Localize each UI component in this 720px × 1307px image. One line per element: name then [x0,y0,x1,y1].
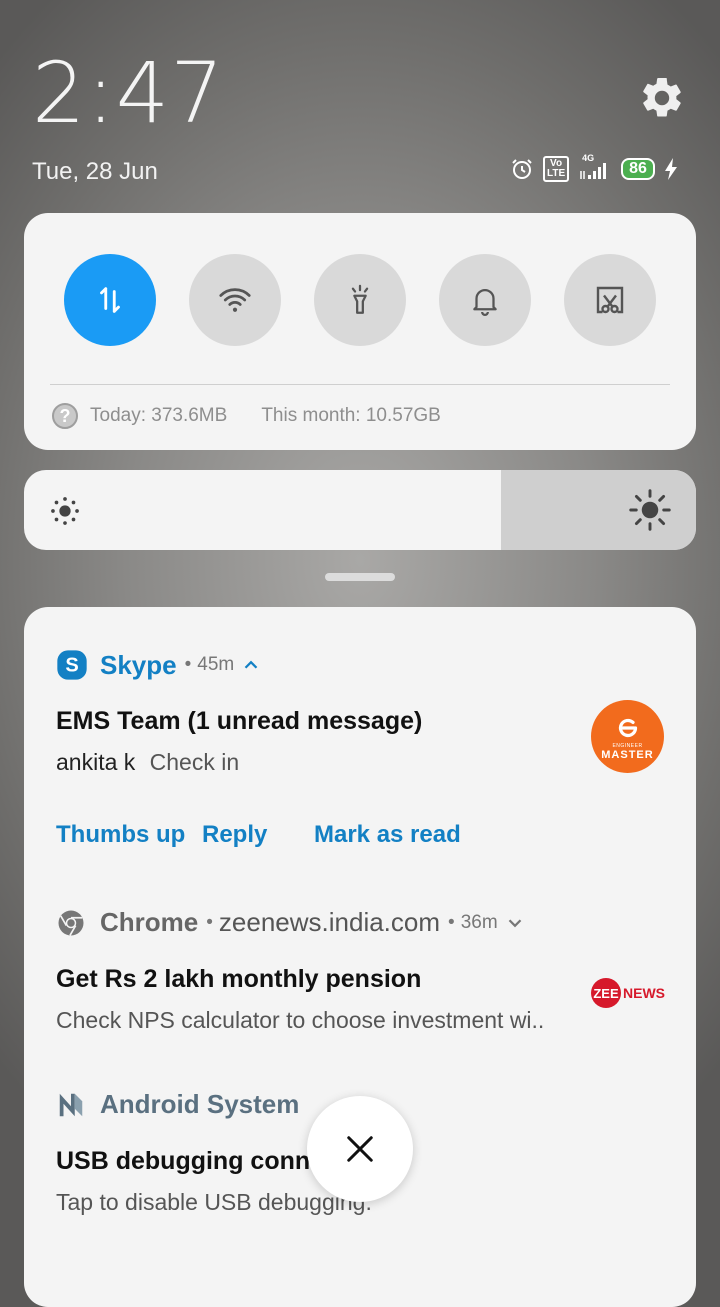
usage-month: This month: 10.57GB [261,405,441,426]
wifi-icon [219,288,251,312]
mobile-data-toggle[interactable] [64,254,156,346]
mark-as-read-button[interactable]: Mark as read [314,821,461,849]
ems-e-logo-icon [618,718,637,737]
reply-button[interactable]: Reply [202,821,267,849]
skype-notification-title: EMS Team (1 unread message) [56,707,423,735]
flashlight-icon [351,284,369,314]
ems-logo-text-bottom: MASTER [601,748,654,761]
alarm-icon [512,159,532,179]
usage-today: Today: 373.6MB [90,405,228,426]
skype-notification-header[interactable]: S Skype • 45m [56,649,262,681]
screenshot-toggle[interactable] [564,254,656,346]
clock-time: 2:47 [32,44,225,142]
scissors-screen-icon [596,286,624,314]
quick-settings-panel: ? Today: 373.6MB This month: 10.57GB [24,213,696,450]
data-arrows-icon [100,287,120,313]
signal-icon: 4G [578,153,612,181]
ems-team-avatar: ENGINEER MASTER [591,700,664,773]
chevron-up-icon[interactable] [240,654,262,676]
brightness-high-icon [629,489,671,531]
bell-icon [473,289,497,316]
close-icon [347,1136,373,1162]
help-circle-icon: ? [52,403,78,429]
zee-logo-mark: ZEE [591,978,621,1008]
volte-icon: Vo LTE [543,156,570,182]
settings-gear-icon[interactable] [638,74,686,122]
skype-sender: ankita k [56,749,136,775]
wifi-toggle[interactable] [189,254,281,346]
skype-message: Check in [149,749,240,775]
chrome-notification-title: Get Rs 2 lakh monthly pension [56,965,422,993]
chrome-icon [58,910,84,936]
battery-indicator: 86 [621,158,655,180]
qs-divider [50,384,670,385]
zee-logo-text: NEWS [623,985,665,1001]
thumbs-up-button[interactable]: Thumbs up [56,821,185,849]
date-text: Tue, 28 Jun [32,158,158,185]
svg-text:S: S [65,655,78,677]
android-app-name: Android System [100,1089,300,1119]
skype-app-name: Skype [100,649,177,680]
android-notification-title: USB debugging conn [56,1147,311,1175]
chrome-notification-header[interactable]: Chrome • zeenews.india.com • 36m [56,907,526,938]
brightness-slider[interactable] [24,470,696,550]
zee-news-logo: ZEE NEWS [591,978,665,1008]
chrome-app-name: Chrome [100,907,199,937]
skype-icon: S [57,650,87,680]
skype-time: 45m [197,654,235,675]
notification-panel: S Skype • 45m EMS Team (1 unread message… [24,607,696,1307]
status-icons: Vo LTE 4G 86 [510,153,678,182]
shade-drag-handle[interactable] [325,573,395,581]
chrome-time: 36m [460,911,498,933]
skype-notification-body: ankita k Check in [56,749,239,776]
android-notification-body: Tap to disable USB debugging. [56,1189,372,1215]
brightness-low-icon [51,497,79,525]
charging-bolt-icon [664,158,677,180]
data-usage-row[interactable]: ? Today: 373.6MB This month: 10.57GB [52,403,441,429]
android-notification-header[interactable]: Android System [56,1089,299,1120]
chrome-source: zeenews.india.com [218,907,441,937]
chrome-notification-body: Check NPS calculator to choose investmen… [56,1007,545,1033]
android-n-icon [59,1093,83,1116]
sound-toggle[interactable] [439,254,531,346]
chevron-down-icon[interactable] [504,912,526,934]
clear-all-button[interactable] [307,1096,413,1202]
flashlight-toggle[interactable] [314,254,406,346]
